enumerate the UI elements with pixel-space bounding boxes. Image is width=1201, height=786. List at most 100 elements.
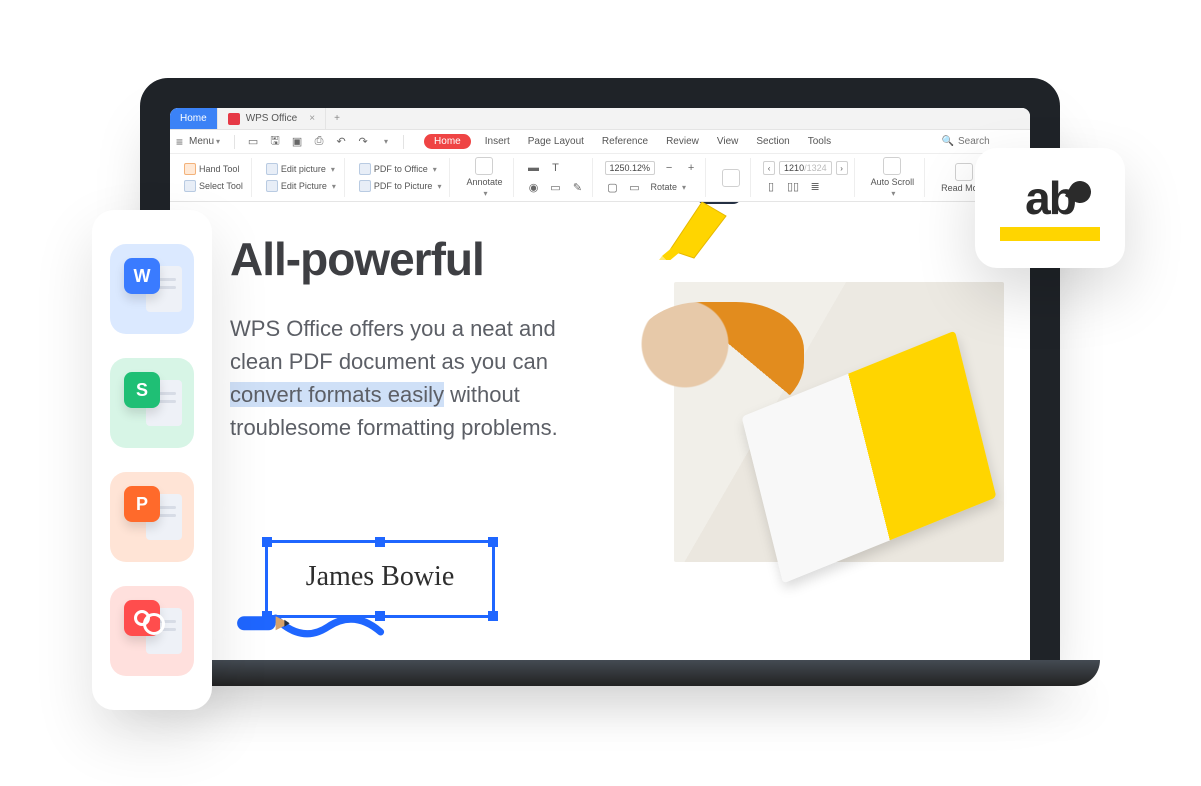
ab-underline — [1000, 227, 1100, 241]
headline: All-powerful — [230, 232, 484, 286]
plus-icon: + — [334, 113, 340, 124]
word-badge: W — [124, 258, 160, 294]
print-preview-icon[interactable]: ▣ — [289, 134, 305, 150]
signature-selection[interactable]: James Bowie — [265, 540, 495, 618]
group-zoom: 1250.12% − + ▢ ▭ Rotate — [599, 158, 707, 197]
ribbon-tab-review[interactable]: Review — [662, 134, 703, 149]
window-tabstrip: Home WPS Office × + — [170, 108, 1030, 130]
menu-dropdown[interactable]: Menu — [189, 136, 220, 147]
scroll-icon — [883, 157, 901, 175]
edit-icon — [266, 180, 278, 192]
group-annotate-small: ▬ T ◉ ▭ ✎ — [520, 158, 593, 197]
zoom-value[interactable]: 1250.12% — [605, 161, 656, 175]
highlight-icon[interactable]: ▬ — [526, 160, 542, 176]
quick-access-toolbar: ▭ 🖫 ▣ ⎙ ↶ ↷ — [245, 134, 393, 150]
laptop-base — [100, 660, 1100, 686]
ribbon-tab-view[interactable]: View — [713, 134, 743, 149]
ribbon-tab-home[interactable]: Home — [424, 134, 471, 149]
pdf-to-office-button[interactable]: PDF to Office — [357, 162, 444, 176]
text-icon[interactable]: T — [548, 160, 564, 176]
two-page-icon[interactable]: ▯▯ — [785, 178, 801, 194]
resize-handle-br[interactable] — [488, 611, 498, 621]
group-clip — [712, 158, 751, 197]
ribbon-tab-tools[interactable]: Tools — [804, 134, 835, 149]
body-selected: convert formats easily — [230, 382, 444, 407]
undo-icon[interactable]: ↶ — [333, 134, 349, 150]
page-current: 1210 — [784, 163, 804, 173]
ribbon-tab-section[interactable]: Section — [752, 134, 793, 149]
file-icon-word[interactable]: W — [110, 244, 194, 334]
hand-tool-button[interactable]: Hand Tool — [182, 162, 245, 176]
single-page-icon[interactable]: ▯ — [763, 178, 779, 194]
ribbon-tab-page-layout[interactable]: Page Layout — [524, 134, 588, 149]
zoom-in-icon[interactable]: + — [683, 160, 699, 176]
convert-icon — [359, 163, 371, 175]
zoom-out-icon[interactable]: − — [661, 160, 677, 176]
stamp-icon[interactable]: ◉ — [526, 179, 542, 195]
body-pre: WPS Office offers you a neat and clean P… — [230, 316, 556, 374]
fit-width-icon[interactable]: ▭ — [627, 179, 643, 195]
resize-handle-tr[interactable] — [488, 537, 498, 547]
open-icon[interactable]: ▭ — [245, 134, 261, 150]
resize-handle-tl[interactable] — [262, 537, 272, 547]
page-total: /1324 — [804, 163, 827, 173]
group-page-nav: ‹ 1210 /1324 › ▯ ▯▯ ≣ — [757, 158, 855, 197]
image-icon — [359, 180, 371, 192]
save-icon[interactable]: 🖫 — [267, 134, 283, 150]
tab-wps-office[interactable]: WPS Office × — [218, 108, 326, 129]
tab-wps-label: WPS Office — [246, 113, 298, 124]
draw-icon[interactable]: ✎ — [570, 179, 586, 195]
file-icon-pdf[interactable] — [110, 586, 194, 676]
hamburger-icon[interactable]: ≡ — [176, 135, 183, 149]
resize-handle-tm[interactable] — [375, 537, 385, 547]
page-indicator[interactable]: 1210 /1324 — [779, 161, 832, 175]
ribbon-tab-reference[interactable]: Reference — [598, 134, 652, 149]
tab-add-button[interactable]: + — [326, 108, 348, 129]
ribbon-toolbar: Hand Tool Select Tool Edit picture Edit … — [170, 154, 1030, 202]
edit-picture-button-2[interactable]: Edit Picture — [264, 179, 338, 193]
tab-home-label: Home — [180, 113, 207, 124]
signature-text: James Bowie — [268, 543, 492, 593]
wps-app-icon — [228, 113, 240, 125]
resize-handle-bm[interactable] — [375, 611, 385, 621]
edit-icon — [266, 163, 278, 175]
headline-highlighted: All-power — [230, 232, 431, 286]
redo-icon[interactable]: ↷ — [355, 134, 371, 150]
clip-button[interactable] — [718, 169, 744, 187]
tab-home[interactable]: Home — [170, 108, 218, 129]
pdf-to-picture-button[interactable]: PDF to Picture — [357, 179, 444, 193]
page-prev-button[interactable]: ‹ — [763, 161, 775, 175]
annotate-button[interactable]: Annotate — [462, 157, 506, 198]
qat-more-icon[interactable] — [377, 134, 393, 150]
file-icon-spreadsheet[interactable]: S — [110, 358, 194, 448]
file-types-card: W S P — [92, 210, 212, 710]
group-annotate: Annotate — [456, 158, 513, 197]
search-icon: 🔍 — [942, 136, 954, 147]
print-icon[interactable]: ⎙ — [311, 134, 327, 150]
photo-book — [674, 282, 1004, 562]
group-autoscroll: Auto Scroll — [861, 158, 926, 197]
auto-scroll-button[interactable]: Auto Scroll — [867, 157, 919, 198]
continuous-icon[interactable]: ≣ — [807, 178, 823, 194]
edit-picture-button-1[interactable]: Edit picture — [264, 162, 338, 176]
ribbon-tab-insert[interactable]: Insert — [481, 134, 514, 149]
search-box[interactable]: 🔍 — [936, 134, 1024, 149]
annotate-icon — [475, 157, 493, 175]
page-next-button[interactable]: › — [836, 161, 848, 175]
hand-icon — [184, 163, 196, 175]
cursor-icon — [184, 180, 196, 192]
ribbon-tabs: Home Insert Page Layout Reference Review… — [424, 134, 835, 149]
shape-icon[interactable]: ▭ — [548, 179, 564, 195]
search-input[interactable] — [958, 136, 1018, 147]
divider — [234, 135, 235, 149]
group-selection-tools: Hand Tool Select Tool — [176, 158, 252, 197]
pdf-link-icon — [134, 610, 150, 626]
book-icon — [955, 163, 973, 181]
file-icon-presentation[interactable]: P — [110, 472, 194, 562]
tab-close-icon[interactable]: × — [309, 113, 315, 124]
pdf-badge — [124, 600, 160, 636]
rotate-button[interactable]: Rotate — [649, 181, 689, 193]
resize-handle-bl[interactable] — [262, 611, 272, 621]
fit-page-icon[interactable]: ▢ — [605, 179, 621, 195]
select-tool-button[interactable]: Select Tool — [182, 179, 245, 193]
